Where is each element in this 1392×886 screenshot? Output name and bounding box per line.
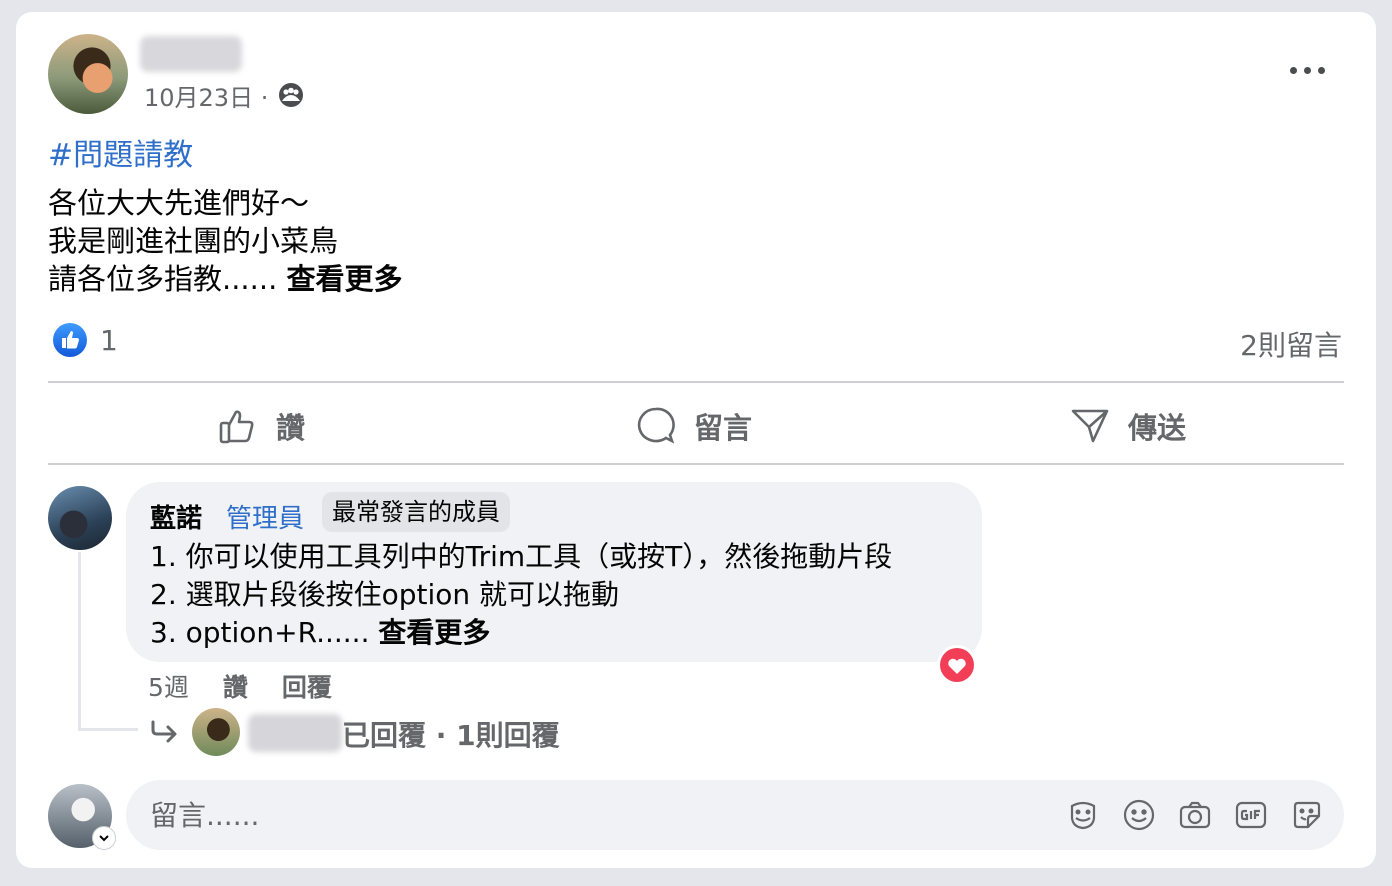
- comment-reply-link[interactable]: 回覆: [282, 668, 332, 704]
- gif-icon[interactable]: [1234, 798, 1268, 832]
- comment-timestamp[interactable]: 5週: [148, 668, 189, 704]
- author-name-redacted[interactable]: [140, 36, 242, 72]
- comment-bubble: 藍諾 管理員 最常發言的成員 1. 你可以使用工具列中的Trim工具（或按T），…: [126, 482, 982, 662]
- post-card: 10月23日 · #問題請教 各位大大先進們好～ 我是剛進社團的小菜鳥 請各位多…: [16, 12, 1376, 868]
- comment-meta: 5週 讚 回覆: [148, 668, 332, 704]
- top-contributor-badge[interactable]: 最常發言的成員: [322, 492, 510, 532]
- send-button[interactable]: 傳送: [1070, 402, 1186, 450]
- replier-avatar[interactable]: [192, 708, 240, 756]
- post-line: 請各位多指教......: [48, 262, 278, 296]
- heart-reaction-icon[interactable]: [936, 644, 978, 686]
- post-see-more-link[interactable]: 查看更多: [287, 262, 403, 296]
- replier-name-redacted[interactable]: [248, 714, 342, 752]
- comment-composer[interactable]: [126, 780, 1344, 850]
- comment-input[interactable]: [148, 792, 1032, 838]
- comment-see-more-link[interactable]: 查看更多: [378, 616, 490, 649]
- speech-bubble-icon: [637, 407, 675, 444]
- author-avatar[interactable]: [48, 34, 128, 114]
- comment-button-label: 留言: [694, 411, 753, 445]
- comment-body: 1. 你可以使用工具列中的Trim工具（或按T），然後拖動片段 2. 選取片段後…: [150, 538, 892, 652]
- commenter-name[interactable]: 藍諾: [150, 498, 202, 535]
- comment-line: 2. 選取片段後按住option 就可以拖動: [150, 578, 620, 611]
- comment-like-link[interactable]: 讚: [223, 668, 248, 704]
- divider: [48, 381, 1344, 383]
- comment-line: 1. 你可以使用工具列中的Trim工具（或按T），然後拖動片段: [150, 540, 893, 573]
- post-body: 各位大大先進們好～ 我是剛進社團的小菜鳥 請各位多指教...... 查看更多: [48, 184, 403, 298]
- like-button[interactable]: 讚: [218, 402, 305, 450]
- like-reaction-icon[interactable]: [52, 322, 88, 358]
- thumbs-up-icon: [219, 410, 254, 444]
- post-date[interactable]: 10月23日 ·: [144, 78, 268, 113]
- avatar-sticker-icon[interactable]: [1066, 798, 1100, 832]
- group-members-icon[interactable]: [278, 82, 304, 108]
- thread-line: [78, 728, 138, 731]
- reply-arrow-icon: [151, 720, 177, 743]
- emoji-icon[interactable]: [1122, 798, 1156, 832]
- chevron-down-icon[interactable]: [92, 826, 116, 850]
- send-icon: [1071, 409, 1109, 443]
- view-replies-link[interactable]: 已回覆 · 1則回覆: [342, 714, 560, 754]
- commenter-avatar[interactable]: [48, 486, 112, 550]
- post-line: 各位大大先進們好～: [48, 186, 310, 220]
- post-options-button[interactable]: [1286, 58, 1330, 82]
- comment-button[interactable]: 留言: [636, 402, 752, 450]
- post-line: 我是剛進社團的小菜鳥: [48, 224, 339, 258]
- comment-count[interactable]: 2則留言: [1240, 324, 1342, 364]
- thread-line: [78, 552, 81, 728]
- comment-line: 3. option+R......: [150, 616, 370, 649]
- post-hashtag[interactable]: #問題請教: [48, 130, 193, 174]
- divider: [48, 463, 1344, 465]
- camera-icon[interactable]: [1178, 798, 1212, 832]
- admin-role-label[interactable]: 管理員: [226, 498, 304, 535]
- like-button-label: 讚: [276, 411, 306, 445]
- like-count[interactable]: 1: [100, 324, 118, 357]
- sticker-icon[interactable]: [1290, 798, 1324, 832]
- send-button-label: 傳送: [1128, 411, 1187, 445]
